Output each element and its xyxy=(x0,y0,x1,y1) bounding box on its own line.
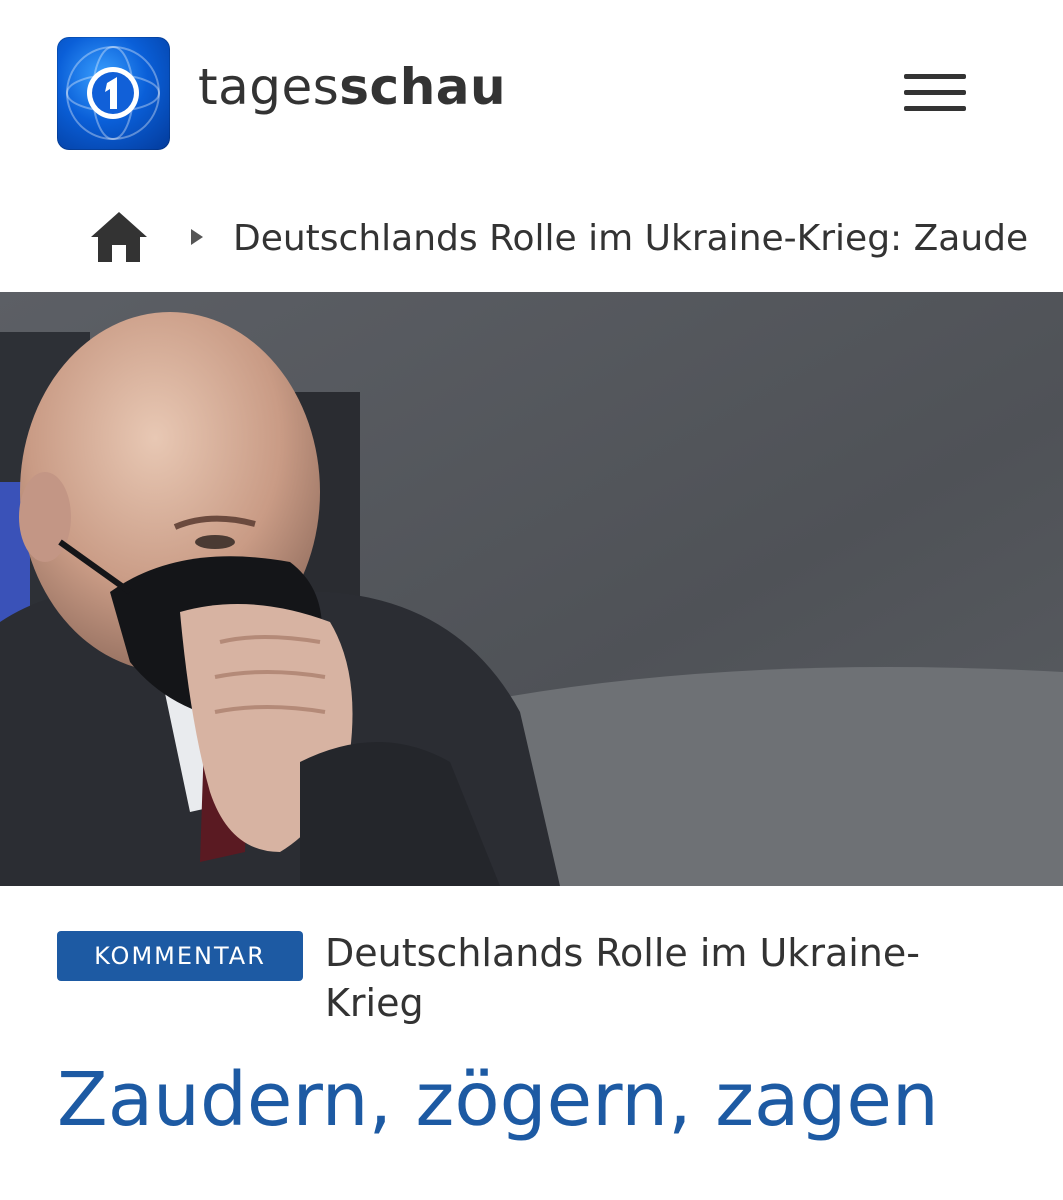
hamburger-menu-icon xyxy=(904,90,966,95)
hamburger-menu-icon xyxy=(904,74,966,79)
article-topline: Deutschlands Rolle im Ukraine-Krieg xyxy=(325,931,920,1025)
breadcrumb-current[interactable]: Deutschlands Rolle im Ukraine-Krieg: Zau… xyxy=(233,218,1028,259)
menu-button[interactable] xyxy=(904,72,966,112)
site-brand[interactable]: tagesschau xyxy=(198,58,506,116)
brand-part-1: tages xyxy=(198,58,340,116)
article-headline[interactable]: Zaudern, zögern, zagen xyxy=(57,1055,1047,1145)
hero-image[interactable] xyxy=(0,292,1063,886)
site-header: tagesschau xyxy=(0,0,1063,180)
hero-photo xyxy=(0,292,1063,886)
article-tag[interactable]: KOMMENTAR xyxy=(57,931,303,981)
brand-part-2: schau xyxy=(339,58,507,116)
ard-1-logo-icon[interactable] xyxy=(57,37,170,150)
hamburger-menu-icon xyxy=(904,106,966,111)
triangle-right-icon xyxy=(191,229,203,245)
breadcrumb: Deutschlands Rolle im Ukraine-Krieg: Zau… xyxy=(0,200,1063,280)
home-icon[interactable] xyxy=(88,209,150,265)
